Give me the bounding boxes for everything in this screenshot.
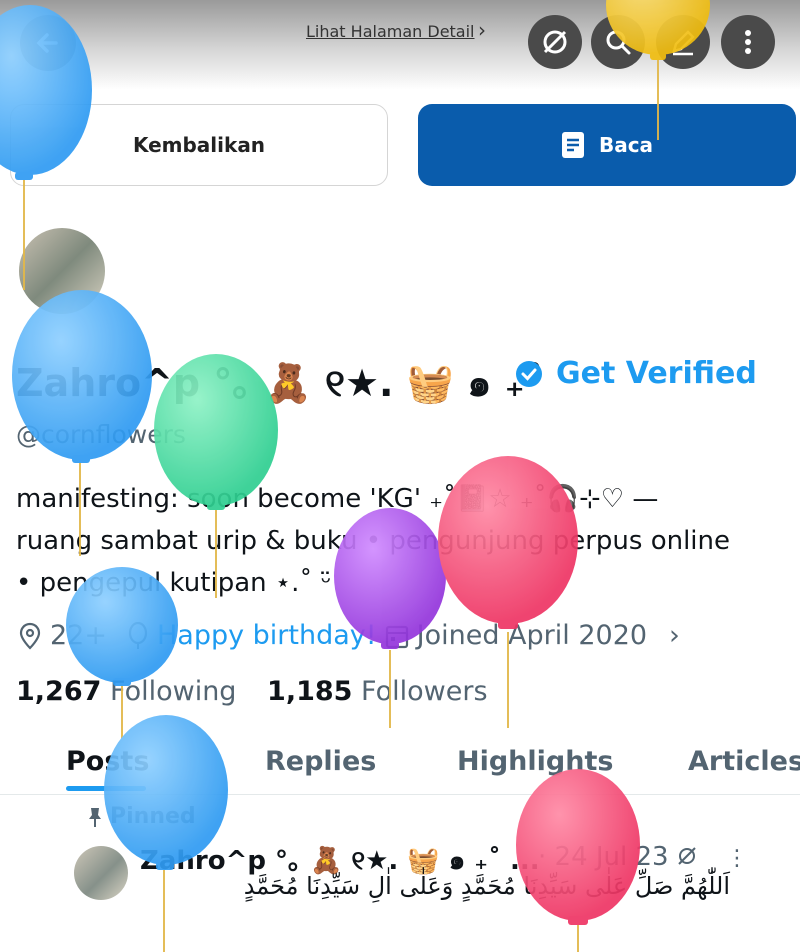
balloon-knot	[72, 455, 90, 463]
detail-chevron-icon: ›	[478, 18, 486, 42]
verified-badge-icon	[516, 360, 542, 387]
profile-handle: @cornflowers	[16, 420, 186, 449]
balloon-icon	[128, 621, 148, 649]
edit-button[interactable]	[656, 15, 710, 69]
profile-bio: manifesting: soon become 'KG' ₊˚📓☆ ₊˚🎧⊹♡…	[16, 478, 786, 604]
read-button-label: Baca	[598, 133, 654, 157]
back-button[interactable]	[20, 15, 76, 71]
bio-line: • pengepul kutipan ⋆.˚ ᵕ̈	[16, 568, 332, 598]
tab-highlights[interactable]: Highlights	[457, 746, 613, 777]
following-label: Following	[110, 676, 237, 707]
balloon-knot	[568, 916, 588, 925]
followers-link[interactable]: 1,185 Followers	[267, 676, 487, 707]
followers-count: 1,185	[267, 676, 353, 707]
hide-icon	[543, 30, 567, 54]
tab-replies[interactable]: Replies	[265, 746, 376, 777]
follow-stats: 1,267 Following 1,185 Followers	[16, 676, 488, 707]
hide-button[interactable]	[528, 15, 582, 69]
document-icon	[561, 132, 584, 158]
read-button[interactable]: Baca	[418, 104, 796, 186]
pinned-label: Pinned	[110, 804, 196, 829]
search-button[interactable]	[591, 15, 645, 69]
post-more-icon[interactable]: ⋮	[726, 846, 748, 871]
post-text: اَللّٰهُمَّ صَلِّ عَلٰى سَيِّدِنَا مُحَم…	[243, 872, 730, 900]
profile-meta: 22+ Happy birthday! Joined April 2020 ›	[18, 620, 680, 651]
profile-avatar[interactable]	[16, 225, 108, 317]
more-icon	[745, 30, 751, 54]
tab-posts[interactable]: Posts	[66, 746, 149, 777]
following-link[interactable]: 1,267 Following	[16, 676, 236, 707]
following-count: 1,267	[16, 676, 102, 707]
pinned-indicator: Pinned	[89, 804, 196, 829]
active-tab-indicator	[66, 786, 146, 791]
bio-line: manifesting: soon become 'KG' ₊˚📓☆ ₊˚🎧⊹♡…	[16, 484, 659, 514]
joined-date: Joined April 2020	[416, 620, 648, 651]
search-icon	[606, 30, 631, 55]
detail-page-link[interactable]: Lihat Halaman Detail	[306, 22, 475, 41]
display-name: Zahro^p °｡ 🧸 ୧★. 🧺 ๑ ₊˚	[16, 361, 544, 405]
birthday-link[interactable]: Happy birthday!	[157, 620, 377, 651]
grok-icon[interactable]	[676, 845, 698, 867]
edit-icon	[672, 30, 695, 56]
expand-chevron-icon[interactable]: ›	[669, 620, 680, 651]
post-date[interactable]: · 24 Jul 23	[538, 842, 669, 872]
pin-icon	[89, 808, 101, 827]
bio-line: ruang sambat urip & buku • pengunjung pe…	[16, 526, 731, 556]
followers-label: Followers	[361, 676, 488, 707]
get-verified-button[interactable]: Get Verified	[514, 356, 757, 391]
profile-tabs: Posts Replies Highlights Articles	[0, 740, 800, 795]
back-arrow-icon	[36, 33, 58, 53]
calendar-icon	[385, 625, 408, 648]
post-avatar[interactable]	[74, 846, 128, 900]
age-text: 22+	[50, 620, 107, 651]
location-icon	[19, 622, 41, 650]
return-button-label: Kembalikan	[132, 133, 266, 157]
tab-articles[interactable]: Articles	[688, 746, 800, 777]
get-verified-label: Get Verified	[556, 356, 757, 391]
more-options-button[interactable]	[721, 15, 775, 69]
return-button[interactable]: Kembalikan	[10, 104, 388, 186]
